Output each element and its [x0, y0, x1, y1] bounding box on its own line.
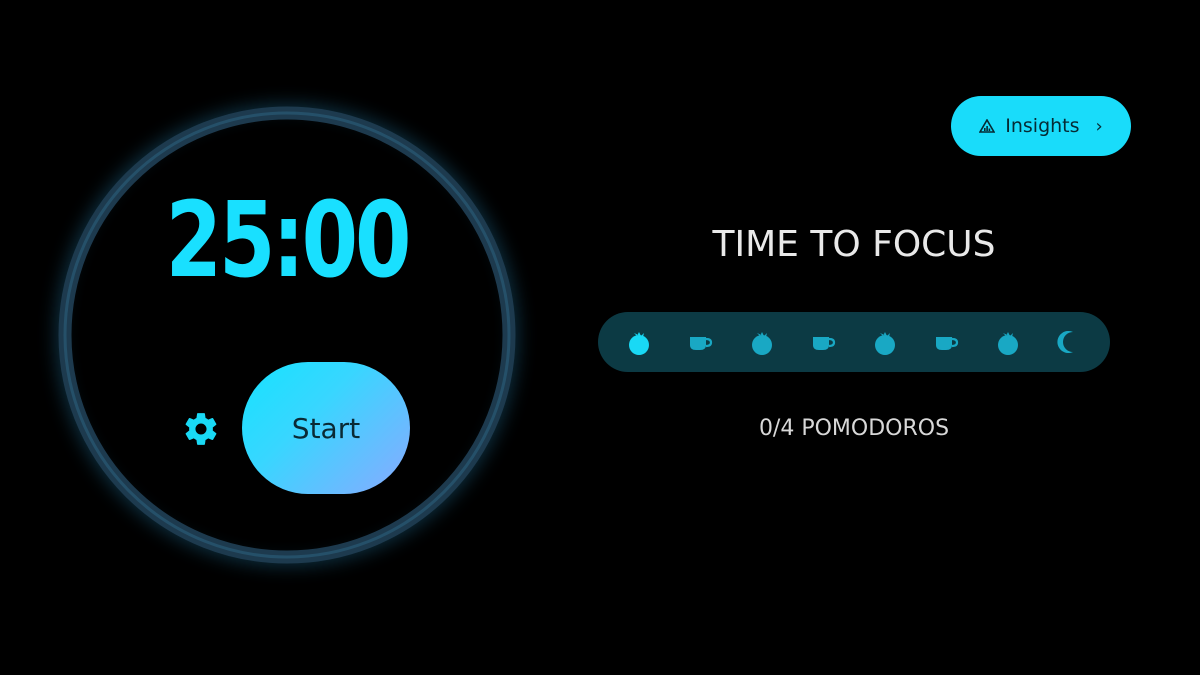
start-button[interactable]: Start [242, 362, 410, 494]
chevron-right-icon: › [1095, 115, 1103, 137]
timer-ring-track [58, 106, 516, 564]
chart-icon [979, 119, 996, 133]
cup-icon [807, 326, 839, 358]
settings-button[interactable] [180, 408, 222, 450]
session-progress-bar [598, 312, 1110, 372]
start-button-label: Start [291, 411, 361, 445]
focus-title: TIME TO FOCUS [712, 224, 996, 265]
tomato-icon [746, 326, 778, 358]
tomato-icon [869, 326, 901, 358]
pomodoro-count: 0/4 POMODOROS [758, 416, 950, 441]
gear-icon [185, 413, 217, 445]
pomodoro-screen: 25:00 Start Insights › TIME TO FOCUS 0/4… [0, 0, 1200, 675]
insights-label: Insights [1005, 115, 1080, 137]
insights-button[interactable]: Insights › [951, 96, 1131, 156]
timer-display: 25:00 [165, 179, 412, 301]
tomato-icon [623, 326, 655, 358]
cup-icon [684, 326, 716, 358]
tomato-icon [992, 326, 1024, 358]
moon-icon [1053, 326, 1085, 358]
timer-ring [52, 100, 522, 570]
cup-icon [930, 326, 962, 358]
